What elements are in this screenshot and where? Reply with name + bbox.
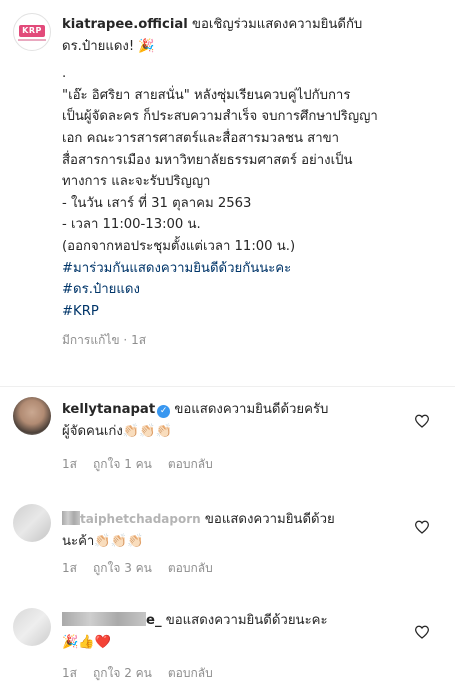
comment-likes[interactable]: ถูกใจ 3 คน bbox=[93, 561, 152, 575]
reply-button[interactable]: ตอบกลับ bbox=[168, 666, 213, 680]
verified-badge-icon: ✓ bbox=[157, 405, 171, 418]
comment: kellytanapat ✓ ขอแสดงความยินดีด้วยครับ ผู… bbox=[62, 399, 402, 442]
caption-body-0: "เอ๊ะ อิศริยา สายสนั่น" หลังซุ่มเรียนควบ… bbox=[62, 87, 351, 103]
caption-body-1: เป็นผู้จัดละคร ก็ประสบความสำเร็จ จบการศึ… bbox=[62, 109, 378, 125]
caption-dot: . bbox=[62, 66, 67, 82]
post-author-avatar[interactable]: KRP bbox=[13, 13, 51, 51]
comment-meta: 1ส ถูกใจ 2 คน ตอบกลับ bbox=[62, 664, 229, 683]
krp-logo: KRP bbox=[19, 25, 45, 37]
comment-time[interactable]: 1ส bbox=[62, 457, 77, 471]
redacted-username bbox=[62, 612, 146, 626]
comment-text: 🎉👍❤️ bbox=[62, 634, 112, 650]
comment-likes[interactable]: ถูกใจ 2 คน bbox=[93, 666, 152, 680]
comment-likes[interactable]: ถูกใจ 1 คน bbox=[93, 457, 152, 471]
commenter-avatar[interactable] bbox=[13, 608, 51, 646]
krp-logo-underline bbox=[18, 39, 46, 41]
comment: taiphetchadaporn ขอแสดงความยินดีด้วย นะค… bbox=[62, 509, 402, 552]
comment-text: ขอแสดงความยินดีด้วย bbox=[200, 512, 335, 527]
reply-button[interactable]: ตอบกลับ bbox=[168, 561, 213, 575]
like-heart-icon[interactable] bbox=[414, 414, 430, 428]
like-heart-icon[interactable] bbox=[414, 520, 430, 534]
post-time[interactable]: 1ส bbox=[131, 333, 146, 347]
caption-body-2: เอก คณะวารสารศาสตร์และสื่อสารมวลชน สาขา bbox=[62, 130, 340, 146]
comment-username[interactable]: taiphetchadaporn bbox=[80, 512, 201, 526]
comment-username[interactable]: e_ bbox=[146, 613, 162, 628]
comment-username[interactable]: kellytanapat bbox=[62, 402, 155, 417]
commenter-avatar[interactable] bbox=[13, 397, 51, 435]
caption-body-5: - ในวัน เสาร์ ที่ 31 ตุลาคม 2563 bbox=[62, 195, 252, 211]
comment-text: นะค้า👏🏻👏🏻👏🏻 bbox=[62, 533, 144, 549]
post-caption: kiatrapee.official ขอเชิญร่วมแสดงความยิน… bbox=[62, 14, 442, 352]
caption-body-4: ทางการ และจะรับปริญญา bbox=[62, 174, 211, 190]
reply-button[interactable]: ตอบกลับ bbox=[168, 457, 213, 471]
like-heart-icon[interactable] bbox=[414, 625, 430, 639]
comment-text: ขอแสดงความยินดีด้วยครับ bbox=[170, 402, 329, 417]
caption-line-1: kiatrapee.official ขอเชิญร่วมแสดงความยิน… bbox=[62, 14, 442, 36]
comment-meta: 1ส ถูกใจ 3 คน ตอบกลับ bbox=[62, 559, 229, 578]
comment: e_ ขอแสดงความยินดีด้วยนะคะ 🎉👍❤️ bbox=[62, 610, 402, 653]
hashtag-link[interactable]: #KRP bbox=[62, 301, 442, 323]
post-meta: มีการแก้ไข · 1ส bbox=[62, 333, 147, 348]
divider bbox=[0, 386, 455, 387]
caption-body-3: สื่อสารการเมือง มหาวิทยาลัยธรรมศาสตร์ อย… bbox=[62, 152, 353, 168]
hashtag-link[interactable]: #มาร่วมกันแสดงความยินดีด้วยกันนะคะ bbox=[62, 258, 442, 280]
commenter-avatar[interactable] bbox=[13, 504, 51, 542]
hashtag-link[interactable]: #ดร.ป๋ายแดง bbox=[62, 279, 442, 301]
post-username[interactable]: kiatrapee.official bbox=[62, 17, 188, 32]
comment-meta: 1ส ถูกใจ 1 คน ตอบกลับ bbox=[62, 455, 229, 474]
redacted-mark bbox=[62, 511, 80, 525]
comment-time[interactable]: 1ส bbox=[62, 561, 77, 575]
comment-text: ผู้จัดคนเก่ง👏🏻👏🏻👏🏻 bbox=[62, 423, 173, 439]
caption-body-6: - เวลา 11:00-13:00 น. bbox=[62, 217, 201, 233]
edited-label: มีการแก้ไข bbox=[62, 333, 120, 348]
comment-text: ขอแสดงความยินดีด้วยนะคะ bbox=[161, 613, 328, 628]
comment-time[interactable]: 1ส bbox=[62, 666, 77, 680]
caption-intro: ขอเชิญร่วมแสดงความยินดีกับ bbox=[187, 17, 363, 32]
caption-line-2: ดร.ป๋ายแดง! 🎉 bbox=[62, 38, 155, 54]
caption-body-7: (ออกจากหอประชุมตั้งแต่เวลา 11:00 น.) bbox=[62, 238, 296, 254]
